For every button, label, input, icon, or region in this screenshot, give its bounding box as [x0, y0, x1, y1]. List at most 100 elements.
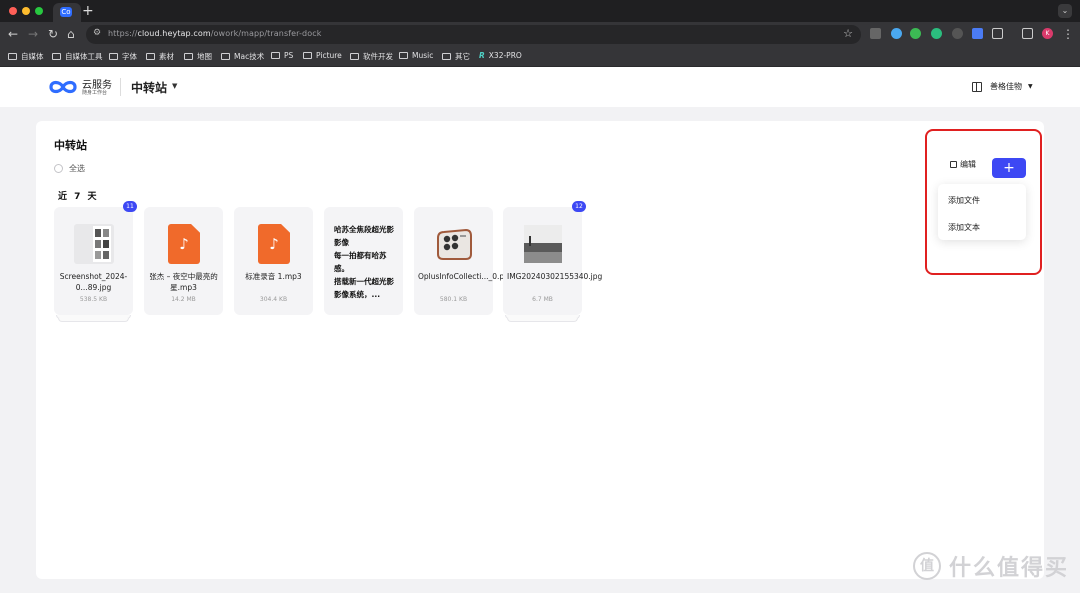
watermark-logo-icon: 值 [913, 552, 941, 580]
user-account-icon [972, 81, 982, 92]
address-bar[interactable]: ⚙ https://cloud.heytap.com/owork/mapp/tr… [86, 25, 861, 44]
music-note-icon: ♪ [179, 235, 189, 253]
annotation-highlight-box [925, 129, 1042, 275]
user-name: 善格佳物 [990, 82, 1022, 91]
select-all-checkbox[interactable]: 全选 [54, 163, 85, 174]
folder-icon [52, 53, 61, 60]
extension-icon[interactable] [952, 28, 963, 39]
browser-menu-icon[interactable]: ⋮ [1062, 26, 1074, 42]
site-header: 云服务 随身工作台 中转站 ▼ 善格佳物 ▼ [0, 67, 1080, 107]
bookmark-folder[interactable]: 自媒体 [8, 51, 44, 62]
folder-icon [442, 53, 451, 60]
file-name: OplusInfoCollecti..._0.png [418, 272, 514, 281]
extension-icon[interactable] [910, 28, 921, 39]
folder-icon [8, 53, 17, 60]
folder-icon [350, 53, 359, 60]
file-card[interactable]: 11 Screenshot_2024-0...89.jpg 538.5 KB [54, 201, 137, 322]
app-switcher-title[interactable]: 中转站 [131, 79, 167, 96]
caret-down-icon: ▼ [1028, 83, 1033, 90]
extension-icon[interactable] [891, 28, 902, 39]
bookmark-folder[interactable]: 地图 [184, 51, 212, 62]
folder-icon [221, 53, 230, 60]
browser-tab[interactable]: Co [53, 3, 81, 22]
brand-subtitle: 随身工作台 [82, 90, 108, 96]
file-size: 6.7 MB [532, 296, 553, 303]
stack-layer [507, 318, 578, 322]
bookmark-folder[interactable]: 其它 [442, 51, 470, 62]
music-note-icon: ♪ [269, 235, 279, 253]
audio-thumbnail: ♪ [164, 224, 204, 264]
text-preview: 哈苏全焦段超光影影像 每一拍都有哈苏感。 搭载新一代超光影影像系统，... [334, 225, 394, 299]
minimize-window-button[interactable] [22, 7, 30, 15]
bookmark-folder[interactable]: Music [399, 51, 433, 60]
back-icon[interactable]: ← [8, 26, 18, 42]
extension-icon[interactable] [870, 28, 881, 39]
stack-layer [58, 318, 129, 322]
home-icon[interactable]: ⌂ [67, 26, 75, 42]
file-name: Screenshot_2024-0...89.jpg [59, 272, 128, 292]
bookmark-folder[interactable]: PS [271, 51, 293, 60]
watermark: 值 什么值得买 [913, 550, 1069, 582]
file-card[interactable]: OplusInfoCollecti..._0.png 580.1 KB [414, 207, 514, 315]
profile-avatar[interactable]: K [1042, 28, 1053, 39]
folder-icon [109, 53, 118, 60]
folder-icon [184, 53, 193, 60]
site-info-icon[interactable]: ⚙ [93, 28, 101, 38]
tab-favicon: Co [60, 7, 72, 17]
browser-toolbar: ← → ↻ ⌂ ⚙ https://cloud.heytap.com/owork… [0, 22, 1080, 46]
file-size: 304.4 KB [259, 296, 288, 303]
file-size: 538.5 KB [79, 296, 108, 303]
user-menu[interactable]: 善格佳物 ▼ [972, 81, 1033, 92]
cloud-logo-icon[interactable] [48, 77, 78, 97]
translate-icon[interactable] [972, 28, 983, 39]
file-size: 580.1 KB [439, 296, 468, 303]
count-badge: 12 [572, 201, 586, 212]
text-card[interactable]: 哈苏全焦段超光影影像 每一拍都有哈苏感。 搭载新一代超光影影像系统，... [324, 207, 403, 315]
new-tab-button[interactable]: + [82, 2, 94, 20]
page-title: 中转站 [54, 139, 87, 152]
bookmark-folder[interactable]: 素材 [146, 51, 174, 62]
bookmarks-bar: 自媒体 自媒体工具 字体 素材 地图 Mac技术 PS Picture 软件开发… [0, 46, 1080, 67]
reload-icon[interactable]: ↻ [48, 26, 58, 42]
forward-icon[interactable]: → [28, 26, 38, 42]
section-label-recent: 近 7 天 [58, 192, 99, 202]
x32-logo-icon: R [479, 51, 485, 60]
file-card[interactable]: 12 IMG20240302155340.jpg 6.7 MB [503, 201, 603, 322]
browser-tab-bar: Co + ⌄ [0, 0, 1080, 22]
watermark-text: 什么值得买 [949, 556, 1070, 581]
header-divider [120, 78, 121, 96]
bookmark-folder[interactable]: 软件开发 [350, 51, 393, 62]
audio-thumbnail: ♪ [254, 224, 294, 264]
radio-circle-icon [54, 164, 63, 173]
zoom-window-button[interactable] [35, 7, 43, 15]
image-thumbnail [437, 228, 472, 260]
folder-icon [146, 53, 155, 60]
folder-icon [271, 52, 280, 59]
select-all-label: 全选 [69, 164, 85, 173]
bookmark-star-icon[interactable]: ☆ [843, 27, 853, 40]
caret-down-icon[interactable]: ▼ [172, 82, 177, 90]
file-name: 标准录音 1.mp3 [245, 272, 302, 281]
image-thumbnail [74, 224, 114, 264]
folder-icon [303, 52, 312, 59]
bookmark-folder[interactable]: 字体 [109, 51, 137, 62]
file-name: 张杰 – 夜空中最亮的星.mp3 [149, 272, 218, 292]
side-panel-icon[interactable] [1022, 28, 1033, 39]
bookmark-folder[interactable]: Mac技术 [221, 51, 264, 62]
count-badge: 11 [123, 201, 137, 212]
bookmark-folder[interactable]: 自媒体工具 [52, 51, 103, 62]
file-name: IMG20240302155340.jpg [507, 272, 603, 281]
file-card[interactable]: ♪ 张杰 – 夜空中最亮的星.mp3 14.2 MB [144, 207, 223, 315]
close-window-button[interactable] [9, 7, 17, 15]
bookmark-link[interactable]: R X32-PRO [479, 51, 522, 60]
extensions-puzzle-icon[interactable] [992, 28, 1003, 39]
url-text: https://cloud.heytap.com/owork/mapp/tran… [108, 29, 322, 38]
tab-search-icon[interactable]: ⌄ [1058, 4, 1072, 18]
folder-icon [399, 52, 408, 59]
bookmark-folder[interactable]: Picture [303, 51, 342, 60]
file-size: 14.2 MB [171, 296, 196, 303]
extension-icon[interactable] [931, 28, 942, 39]
transfer-dock-panel: 中转站 全选 近 7 天 11 Screenshot_2024-0...89.j… [36, 121, 1044, 579]
image-thumbnail [524, 225, 562, 263]
file-card[interactable]: ♪ 标准录音 1.mp3 304.4 KB [234, 207, 313, 315]
